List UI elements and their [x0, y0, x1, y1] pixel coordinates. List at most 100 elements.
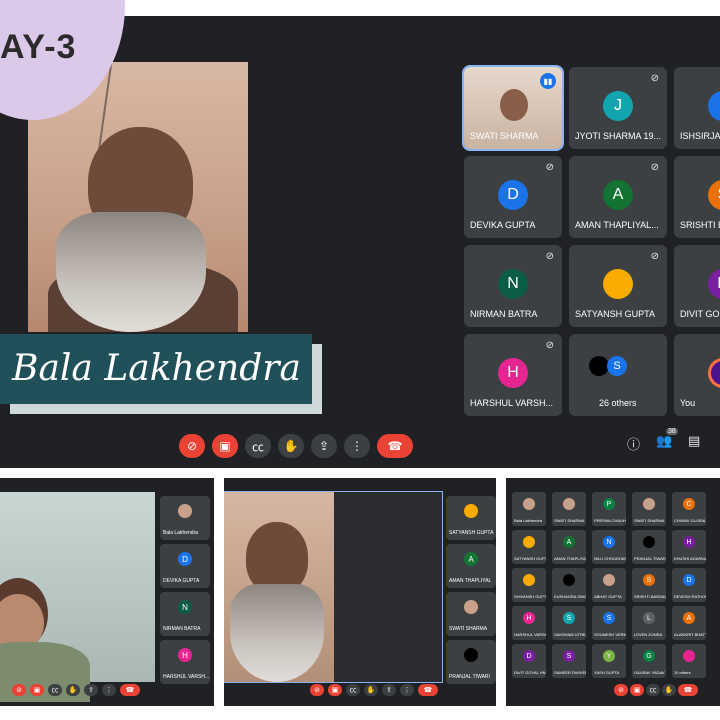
- participant-tile[interactable]: H HARSHUL VARSH...: [160, 640, 210, 684]
- participant-name: DIVIT GO: [680, 309, 720, 319]
- end-call-button[interactable]: ☎: [377, 434, 413, 458]
- participant-tile[interactable]: SATYANSH GUPTA: [446, 496, 496, 540]
- avatar: H: [523, 612, 535, 624]
- present-button[interactable]: ⇪: [311, 434, 337, 458]
- strip3-cc-button[interactable]: ㏄: [646, 684, 660, 696]
- participant-tile[interactable]: L LEVEN ZONRA: [632, 606, 666, 640]
- strip2-cam-button[interactable]: ▣: [328, 684, 342, 696]
- participant-tile[interactable]: G GAURAV YADAV H...: [632, 644, 666, 678]
- participant-tile[interactable]: J ⊘ JYOTI SHARMA 19...: [569, 67, 667, 149]
- more-options-button[interactable]: ⋮: [344, 434, 370, 458]
- strip1-cam-button[interactable]: ▣: [30, 684, 44, 696]
- participant-tile[interactable]: SWATI SHARMA: [632, 492, 666, 526]
- participant-tile[interactable]: SATYANSH GUPTA: [512, 530, 546, 564]
- participant-tile[interactable]: S 26 others: [569, 334, 667, 416]
- participant-tile[interactable]: KUSHAGRA SING...: [552, 568, 586, 602]
- participant-tile[interactable]: A ⊘ AMAN THAPLIYAL...: [569, 156, 667, 238]
- strip1-end-button[interactable]: ☎: [120, 684, 140, 696]
- participant-tile[interactable]: C CHINNU GUJRAL: [672, 492, 706, 526]
- participant-tile[interactable]: D DIVIT GOYAL HN...: [512, 644, 546, 678]
- participant-name: ALANKRIT BHATT: [674, 632, 706, 637]
- strip2-hand-button[interactable]: ✋: [364, 684, 378, 696]
- strip3-end-button[interactable]: ☎: [678, 684, 698, 696]
- avatar: [464, 504, 478, 518]
- participant-tile[interactable]: D ⊘ DEVIKA GUPTA: [464, 156, 562, 238]
- participant-tile[interactable]: PRANJAL TIWARI: [632, 530, 666, 564]
- avatar: N: [498, 269, 528, 299]
- avatar: [563, 498, 575, 510]
- avatar: [523, 536, 535, 548]
- avatar: D: [523, 650, 535, 662]
- strip3-mic-button[interactable]: ⊘: [614, 684, 628, 696]
- strip3-hand-button[interactable]: ✋: [662, 684, 676, 696]
- mic-off-icon: ⊘: [545, 162, 554, 173]
- avatar: S: [603, 612, 615, 624]
- info-icon[interactable]: ⓘ: [627, 434, 640, 453]
- strip1-present-button[interactable]: ⇪: [84, 684, 98, 696]
- people-count-badge: 38: [666, 428, 678, 435]
- speaker-beard: [56, 212, 206, 332]
- strip2-end-button[interactable]: ☎: [418, 684, 438, 696]
- participant-tile[interactable]: Bala Lakhendra: [512, 492, 546, 526]
- participant-tile[interactable]: I⊘ISHSIRJA: [674, 67, 720, 149]
- participant-name: HARSHUL VARSH...: [514, 632, 546, 637]
- chat-icon[interactable]: ▤: [688, 434, 700, 449]
- participant-tile[interactable]: H ⊘ HARSHUL VARSH...: [464, 334, 562, 416]
- participant-name: SAKSHAM UTREJA: [554, 632, 586, 637]
- strip2-mic-button[interactable]: ⊘: [310, 684, 324, 696]
- strip1-more-button[interactable]: ⋮: [102, 684, 116, 696]
- participant-tile[interactable]: P PRERNA CHAUH...: [592, 492, 626, 526]
- participant-tile[interactable]: A ALANKRIT BHATT: [672, 606, 706, 640]
- participant-tile[interactable]: N NIRMAN BATRA: [160, 592, 210, 636]
- participant-tile[interactable]: D DEVESH RATHORE: [672, 568, 706, 602]
- captions-button[interactable]: ㏄: [245, 434, 271, 458]
- participant-tile[interactable]: You: [674, 334, 720, 416]
- participant-name: PRANJAL TIWARI: [634, 556, 666, 561]
- participant-tile[interactable]: H HARSHUL VARSH...: [512, 606, 546, 640]
- participant-face: [500, 89, 528, 121]
- strip2-present-button[interactable]: ⇪: [382, 684, 396, 696]
- avatar: [643, 498, 655, 510]
- participant-tile[interactable]: D DEVIKA GUPTA: [160, 544, 210, 588]
- avatar: L: [643, 612, 655, 624]
- participant-tile[interactable]: ABHAY GUPTA: [592, 568, 626, 602]
- camera-off-button[interactable]: ▣: [212, 434, 238, 458]
- avatar: H: [178, 648, 192, 662]
- avatar: [643, 536, 655, 548]
- strip1-mic-button[interactable]: ⊘: [12, 684, 26, 696]
- participant-tile[interactable]: 10 others: [672, 644, 706, 678]
- participant-tile[interactable]: ▮▮ SWATI SHARMA: [462, 65, 564, 151]
- participant-tile[interactable]: SHIVANSH GUPT...: [512, 568, 546, 602]
- people-icon[interactable]: 👥: [656, 434, 672, 449]
- meet-window-strip-2: SATYANSH GUPTA A AMAN THAPLIYAL SWATI SHARM…: [224, 478, 496, 706]
- participant-tile[interactable]: A AMAN THAPLIYAL: [446, 544, 496, 588]
- participant-tile[interactable]: S SRISHTI BANSAL: [632, 568, 666, 602]
- strip3-cam-button[interactable]: ▣: [630, 684, 644, 696]
- raise-hand-button[interactable]: ✋: [278, 434, 304, 458]
- mic-off-button[interactable]: ⊘: [179, 434, 205, 458]
- speaker-name: Bala Lakhendra: [12, 348, 301, 389]
- strip1-hand-button[interactable]: ✋: [66, 684, 80, 696]
- avatar: D: [708, 269, 720, 299]
- participant-tile[interactable]: SWATI SHARMA: [552, 492, 586, 526]
- participant-tile[interactable]: N ⊘ NIRMAN BATRA: [464, 245, 562, 327]
- meet-window-main: Bala Lakhendra ▮▮ SWATI SHARMA J ⊘ JYOTI SHA…: [0, 16, 720, 468]
- participant-tile[interactable]: PRANJAL TIWARI: [446, 640, 496, 684]
- strip2-more-button[interactable]: ⋮: [400, 684, 414, 696]
- participant-tile[interactable]: Y YASH GUPTA: [592, 644, 626, 678]
- participant-tile[interactable]: S⊘SRISHTI B: [674, 156, 720, 238]
- mic-off-icon: ⊘: [650, 251, 659, 262]
- participant-tile[interactable]: D⊘DIVIT GO: [674, 245, 720, 327]
- participant-tile[interactable]: ⊘ SATYANSH GUPTA: [569, 245, 667, 327]
- participant-tile[interactable]: S SAKSHAM UTREJA: [552, 606, 586, 640]
- participant-name: DEVIKA GUPTA: [470, 220, 536, 230]
- strip1-cc-button[interactable]: ㏄: [48, 684, 62, 696]
- participant-tile[interactable]: H KHUSHI AGARWAL: [672, 530, 706, 564]
- participant-tile[interactable]: S SAMEER DWIVEDI: [552, 644, 586, 678]
- participant-tile[interactable]: A AMAN THAPLIYAL: [552, 530, 586, 564]
- participant-tile[interactable]: SWATI SHARMA: [446, 592, 496, 636]
- strip2-cc-button[interactable]: ㏄: [346, 684, 360, 696]
- participant-tile[interactable]: N NILU CHOUDHARY: [592, 530, 626, 564]
- participant-tile[interactable]: Bala Lakhendra: [160, 496, 210, 540]
- participant-tile[interactable]: S SOUMESH VERMA: [592, 606, 626, 640]
